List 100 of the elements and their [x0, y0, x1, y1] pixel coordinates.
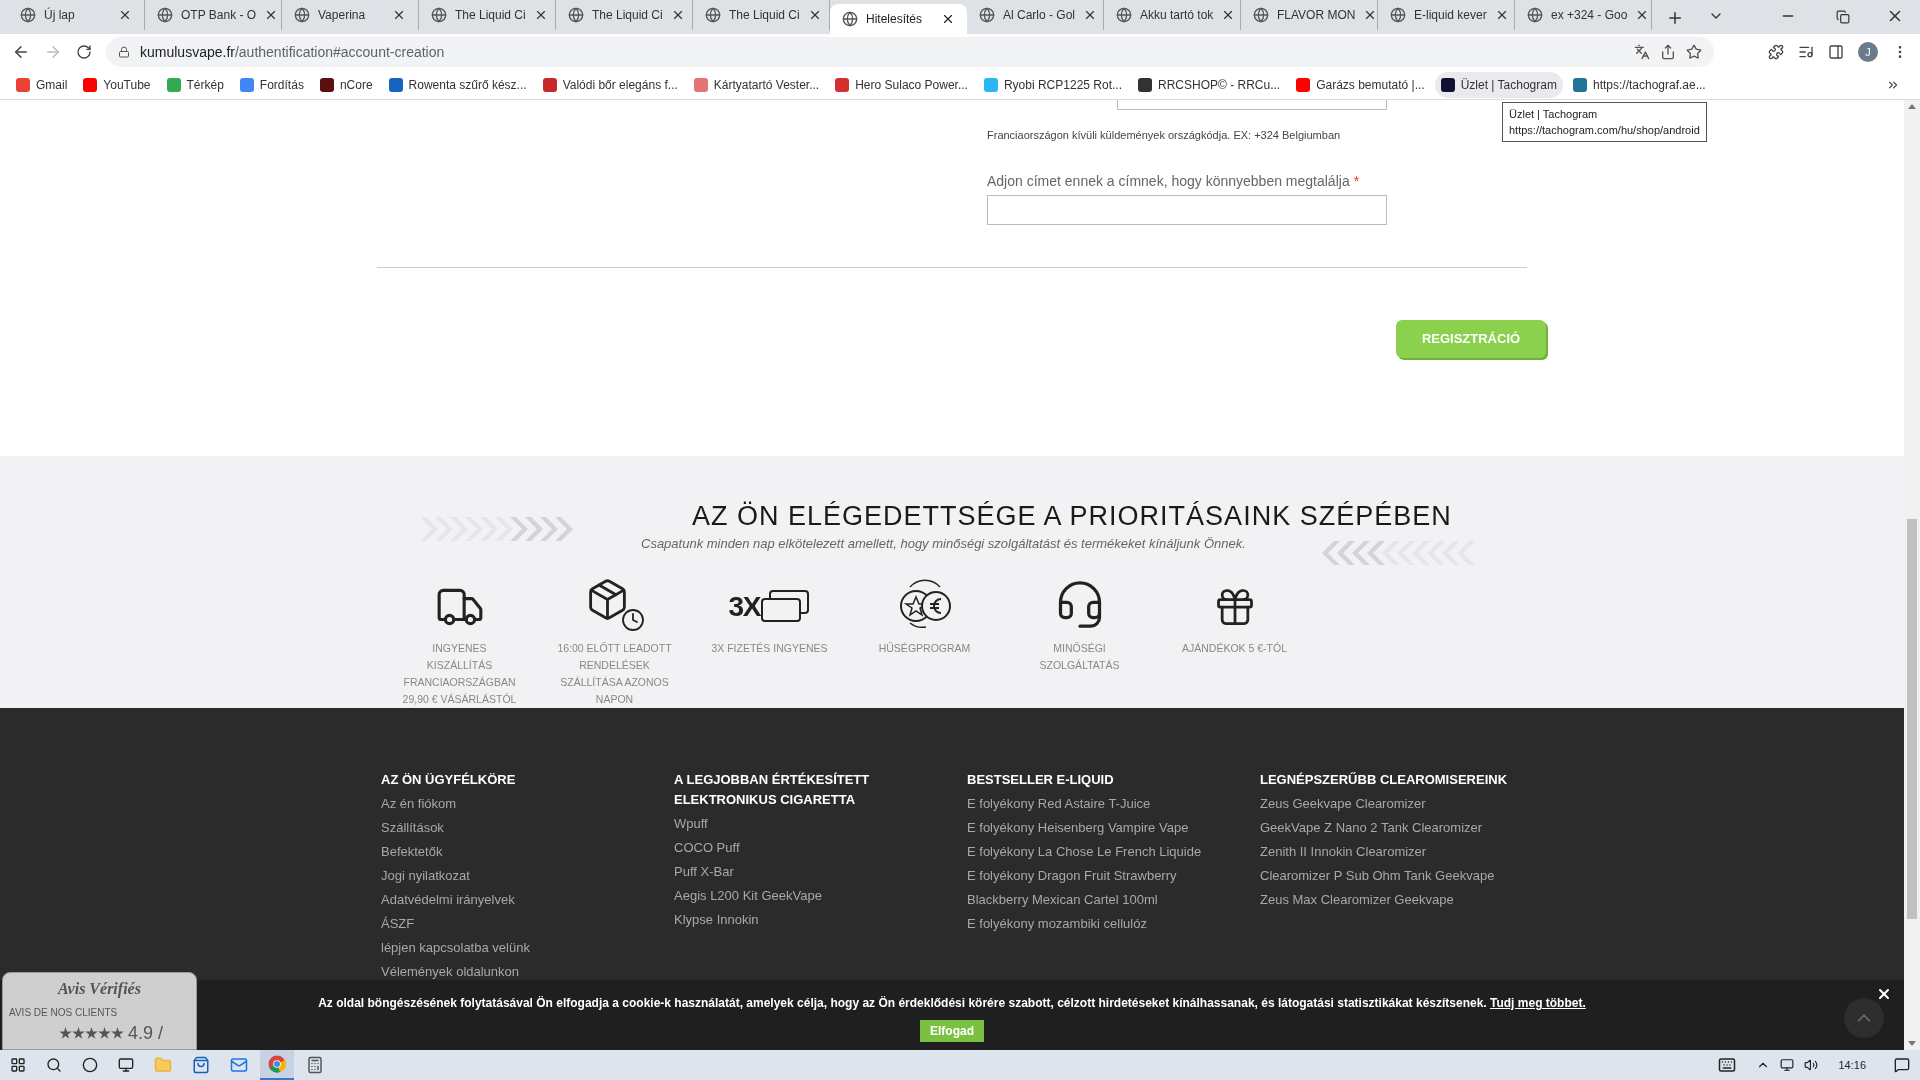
footer-link[interactable]: Puff X-Bar: [674, 860, 734, 884]
bookmark[interactable]: Hero Sulaco Power...: [829, 71, 974, 98]
calculator-icon: [306, 1056, 324, 1074]
footer-link[interactable]: E folyékony La Chose Le French Liquide: [967, 840, 1202, 864]
footer-link[interactable]: Wpuff: [674, 812, 708, 836]
share-icon[interactable]: [1660, 44, 1676, 60]
input-field[interactable]: [1117, 100, 1387, 110]
footer-link[interactable]: Zeus Geekvape Clearomizer: [1260, 792, 1426, 816]
cookie-text: Az oldal böngészésének folytatásával Ön elfogadja a cookie-k használatát, amelyek célja, hogy az Ön érdeklődési körére szabott, célzott hirdetéseket kínálhassanak, és látogatási statisztikákat készítsenek. Tudj meg többet.: [318, 995, 1586, 1012]
bookmark[interactable]: Üzlet | Tachogram: [1434, 71, 1563, 98]
search-icon[interactable]: [46, 1057, 62, 1073]
media-icon[interactable]: [1798, 44, 1814, 60]
circle-icon[interactable]: [82, 1057, 98, 1073]
footer-heading: LEGNÉPSZERŰBB CLEAROMISEREINK: [1260, 771, 1509, 789]
keyboard-icon[interactable]: [1718, 1056, 1737, 1074]
close-icon[interactable]: [392, 8, 406, 22]
browser-tab[interactable]: Hitelesítés: [830, 4, 967, 34]
close-icon[interactable]: [118, 8, 132, 22]
footer-link[interactable]: Adatvédelmi irányelvek: [381, 888, 515, 912]
browser-tab[interactable]: E-liquid kever: [1378, 0, 1515, 30]
learn-more-link[interactable]: Tudj meg többet.: [1490, 996, 1586, 1010]
bookmark[interactable]: Kártyatartó Vester...: [687, 71, 826, 98]
footer-link[interactable]: Aegis L200 Kit GeekVape: [674, 884, 822, 908]
close-icon[interactable]: [1876, 986, 1892, 1002]
browser-tab[interactable]: FLAVOR MON: [1241, 0, 1378, 30]
taskbar-app[interactable]: [260, 1050, 294, 1080]
globe-icon: [20, 7, 36, 23]
browser-tab[interactable]: ex +324 - Goo: [1515, 0, 1652, 30]
footer-link[interactable]: Clearomizer P Sub Ohm Tank Geekvape: [1260, 864, 1495, 888]
bookmark[interactable]: https://tachograf.ae...: [1566, 71, 1712, 98]
profile-avatar[interactable]: J: [1858, 42, 1878, 62]
bookmark[interactable]: Valódi bőr elegáns f...: [536, 71, 684, 98]
feature-label: 3X FIZETÉS INGYENES: [710, 640, 829, 656]
clock-time[interactable]: 14:16: [1838, 1056, 1866, 1074]
address-bar[interactable]: kumulusvape.fr/authentification#account-creation: [106, 37, 1714, 67]
footer-link[interactable]: lépjen kapcsolatba velünk: [381, 936, 530, 960]
browser-tab[interactable]: Új lap: [8, 0, 145, 30]
footer-link[interactable]: E folyékony Heisenberg Vampire Vape: [967, 816, 1189, 840]
footer-link[interactable]: COCO Puff: [674, 836, 740, 860]
globe-icon: [294, 7, 310, 23]
browser-tab[interactable]: The Liquid Ci: [419, 0, 556, 30]
volume-icon[interactable]: [1804, 1058, 1819, 1072]
footer-link[interactable]: GeekVape Z Nano 2 Tank Clearomizer: [1260, 816, 1483, 840]
browser-tab[interactable]: The Liquid Ci: [556, 0, 693, 30]
bookmark[interactable]: nCore: [313, 71, 379, 98]
new-tab-icon[interactable]: [1666, 9, 1684, 27]
reviews-widget[interactable]: Avis Vérifiés AVIS DE NOS CLIENTS 4.9 /: [2, 972, 197, 1050]
bookmark[interactable]: RRCSHOP© - RRCu...: [1132, 71, 1287, 98]
footer-link[interactable]: Klypse Innokin: [674, 908, 759, 932]
start-icon[interactable]: [10, 1057, 26, 1073]
reload-icon[interactable]: [76, 44, 92, 60]
bookmark[interactable]: Garázs bemutató |...: [1290, 71, 1431, 98]
task-view-icon[interactable]: [118, 1057, 134, 1073]
notifications-icon[interactable]: [1894, 1057, 1910, 1073]
close-icon[interactable]: [941, 12, 955, 26]
footer-link[interactable]: Az én fiókom: [381, 792, 457, 816]
footer-link[interactable]: Blackberry Mexican Cartel 100ml: [967, 888, 1158, 912]
input-field[interactable]: [987, 195, 1387, 225]
footer-heading: BESTSELLER E-LIQUID: [967, 771, 1115, 789]
feature-label: AJÁNDÉKOK 5 €-TÓL: [1181, 640, 1288, 656]
field-label: Adjon címet ennek a címnek, hogy könnyebben megtalálja: [987, 172, 1350, 190]
footer-link[interactable]: Zeus Max Clearomizer Geekvape: [1260, 888, 1454, 912]
footer-link[interactable]: E folyékony Dragon Fruit Strawberry: [967, 864, 1177, 888]
bookmark[interactable]: Rowenta szűrő kész...: [382, 71, 533, 98]
bookmark[interactable]: YouTube: [77, 71, 157, 98]
bookmark[interactable]: Gmail: [10, 71, 74, 98]
scroll-up-icon[interactable]: [1908, 104, 1916, 109]
footer-link[interactable]: Zenith II Innokin Clearomizer: [1260, 840, 1427, 864]
footer-link[interactable]: E folyékony mozambiki cellulóz: [967, 912, 1147, 936]
feature-label: MINŐSÉGI SZOLGÁLTATÁS: [1038, 640, 1121, 673]
browser-icon: [268, 1055, 286, 1073]
footer-link[interactable]: Befektetők: [381, 840, 443, 864]
rating-score: 4.9 /: [128, 1022, 164, 1045]
bookmark[interactable]: Fordítás: [233, 71, 310, 98]
bookmark[interactable]: Térkép: [160, 71, 230, 98]
globe-icon: [1390, 7, 1406, 23]
browser-tab[interactable]: OTP Bank - O: [145, 0, 282, 30]
footer-link[interactable]: Vélemények oldalunkon: [381, 960, 520, 984]
bookmark-star-icon[interactable]: [1686, 44, 1702, 60]
extensions-icon[interactable]: [1768, 44, 1784, 60]
footer-link[interactable]: Szállítások: [381, 816, 444, 840]
translate-icon[interactable]: [1634, 44, 1650, 60]
reviews-brand: Avis Vérifiés: [58, 979, 141, 1000]
globe-icon: [568, 7, 584, 23]
side-panel-icon[interactable]: [1828, 44, 1844, 60]
globe-icon: [842, 11, 858, 27]
browser-tab[interactable]: Al Carlo - Gol: [967, 0, 1104, 30]
bookmark[interactable]: Ryobi RCP1225 Rot...: [977, 71, 1128, 98]
footer-heading: A LEGJOBBAN ÉRTÉKESÍTETT ELEKTRONIKUS CIGARETTA: [674, 771, 871, 809]
browser-tab[interactable]: Vaperina: [282, 0, 419, 30]
back-icon[interactable]: [12, 43, 30, 61]
footer-link[interactable]: ÁSZF: [381, 912, 415, 936]
bag-icon: [192, 1056, 210, 1074]
globe-icon: [1116, 7, 1132, 23]
footer-link[interactable]: Jogi nyilatkozat: [381, 864, 470, 888]
browser-tab[interactable]: Akku tartó tok: [1104, 0, 1241, 30]
mail-icon: [230, 1056, 248, 1074]
scrollbar-thumb[interactable]: [1907, 519, 1917, 919]
restore-icon[interactable]: [1836, 10, 1850, 24]
footer-link[interactable]: E folyékony Red Astaire T-Juice: [967, 792, 1151, 816]
